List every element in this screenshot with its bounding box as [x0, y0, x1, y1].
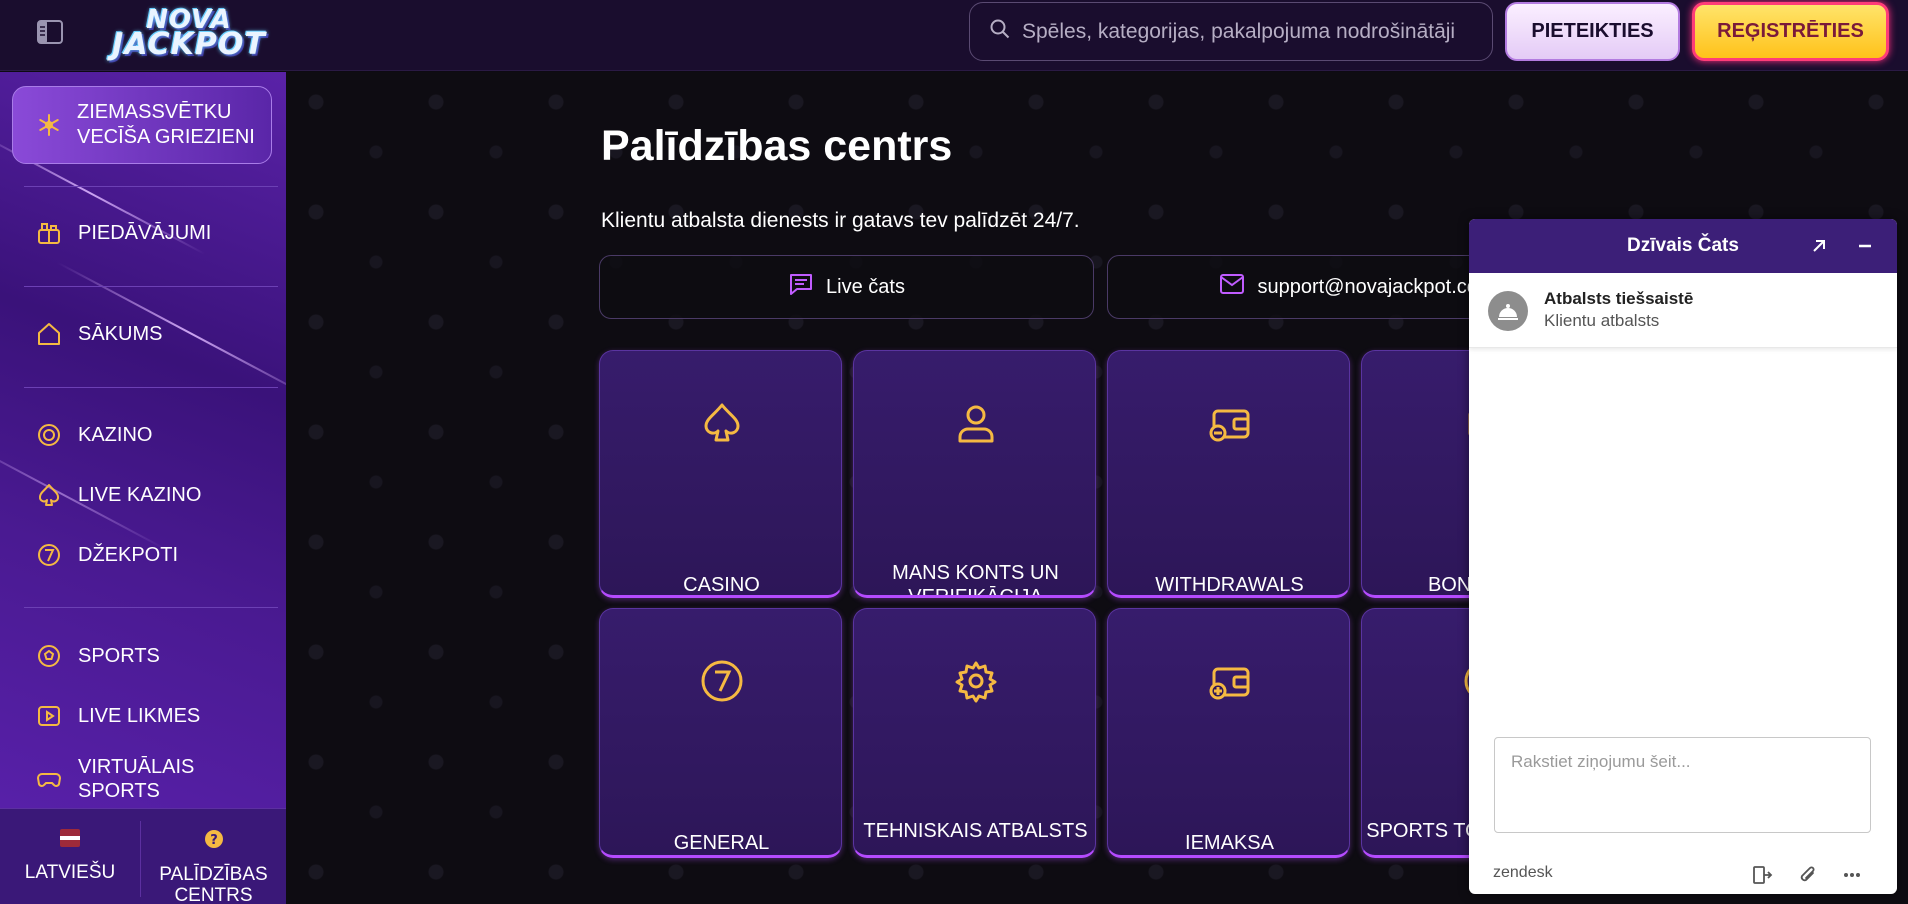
attachment-icon[interactable]: [1797, 864, 1819, 886]
agent-role: Klientu atbalsts: [1544, 311, 1660, 330]
wallet-minus-icon: [1208, 401, 1252, 445]
category-label: GENERAL: [673, 832, 770, 854]
page-title: Palīdzības centrs: [601, 122, 953, 170]
category-card-casino[interactable]: CASINO: [599, 350, 842, 598]
chat-header: Dzīvais Čats: [1469, 219, 1897, 273]
search-icon: [990, 19, 1010, 44]
chat-message-input[interactable]: [1494, 737, 1871, 833]
logo[interactable]: NOVA JACKPOT: [104, 4, 274, 62]
sidebar-item-label: SPORTS: [78, 645, 160, 667]
latvia-flag-icon: [60, 829, 80, 852]
spade-icon: [36, 482, 62, 508]
soccer-ball-icon: [36, 643, 62, 669]
category-card-withdrawals[interactable]: WITHDRAWALS: [1107, 350, 1350, 598]
live-chat-label: Live čats: [826, 275, 905, 298]
sidebar-item-home[interactable]: SĀKUMS: [36, 321, 162, 347]
end-chat-icon[interactable]: [1751, 864, 1773, 886]
chat-footer: zendesk: [1469, 854, 1897, 894]
minimize-icon[interactable]: [1853, 234, 1877, 258]
sidebar-item-sports[interactable]: SPORTS: [36, 643, 160, 669]
category-label: WITHDRAWALS: [1155, 574, 1304, 596]
svg-text:?: ?: [210, 833, 218, 848]
play-icon: [36, 703, 62, 729]
live-chat-widget: Dzīvais Čats Atbalsts tiešsaistē Klientu…: [1469, 219, 1897, 894]
email-label: support@novajackpot.com: [1257, 275, 1495, 298]
divider: [24, 186, 278, 187]
wallet-plus-icon: [1208, 659, 1252, 703]
language-selector[interactable]: LATVIEŠU: [0, 809, 140, 904]
sidebar-item-label: KAZINO: [78, 424, 153, 446]
sidebar-item-label: PIEDĀVĀJUMI: [78, 222, 212, 244]
more-options-icon[interactable]: [1841, 864, 1863, 886]
help-icon: ?: [204, 829, 224, 854]
sidebar-item-casino[interactable]: KAZINO: [36, 422, 152, 448]
help-center-link[interactable]: ? PALĪDZĪBAS CENTRS: [141, 809, 286, 904]
gift-icon: [36, 220, 62, 246]
sidebar-item-offers[interactable]: PIEDĀVĀJUMI: [36, 220, 211, 246]
gamepad-icon: [36, 766, 62, 792]
page-subtitle: Klientu atbalsta dienests ir gatavs tev …: [601, 209, 1080, 232]
home-icon: [36, 321, 62, 347]
help-center-label: PALĪDZĪBAS CENTRS: [159, 864, 268, 904]
sidebar-item-live-betting[interactable]: LIVE LIKMES: [36, 703, 200, 729]
chat-agent-info: Atbalsts tiešsaistē Klientu atbalsts: [1469, 273, 1897, 348]
language-label: LATVIEŠU: [24, 862, 116, 883]
live-chat-button[interactable]: Live čats: [599, 255, 1094, 319]
spade-icon: [700, 401, 744, 445]
register-button[interactable]: REĢISTRĒTIES: [1692, 2, 1889, 61]
promo-spins-button[interactable]: ZIEMASSVĒTKU VECĪŠA GRIEZIENI: [12, 86, 272, 164]
sidebar-item-label: DŽEKPOTI: [78, 544, 179, 566]
sidebar: ZIEMASSVĒTKU VECĪŠA GRIEZIENI PIEDĀVĀJUM…: [0, 72, 286, 904]
category-label: MANS KONTS UN VERIFIKĀCIJA: [892, 562, 1059, 598]
logo-line2: JACKPOT: [112, 26, 266, 62]
sidebar-item-live-casino[interactable]: LIVE KAZINO: [36, 482, 201, 508]
category-label: TEHNISKAIS ATBALSTS: [863, 820, 1088, 842]
category-card-tech-support[interactable]: TEHNISKAIS ATBALSTS: [853, 608, 1096, 858]
top-bar: NOVA JACKPOT PIETEIKTIES REĢISTRĒTIES: [0, 0, 1908, 71]
popout-icon[interactable]: [1807, 234, 1831, 258]
agent-name: Atbalsts tiešsaistē: [1544, 289, 1694, 308]
category-card-account[interactable]: MANS KONTS UN VERIFIKĀCIJA: [853, 350, 1096, 598]
chat-icon: [788, 271, 814, 303]
gear-icon: [954, 659, 998, 703]
promo-label: ZIEMASSVĒTKU VECĪŠA GRIEZIENI: [77, 101, 255, 148]
category-label: IEMAKSA: [1185, 832, 1274, 854]
search-box[interactable]: [969, 2, 1493, 61]
divider: [24, 607, 278, 608]
mail-icon: [1219, 273, 1245, 301]
sidebar-item-label: VIRTUĀLAIS SPORTS: [78, 756, 195, 802]
chat-title: Dzīvais Čats: [1627, 235, 1739, 256]
seven-icon: [36, 542, 62, 568]
category-card-deposit[interactable]: IEMAKSA: [1107, 608, 1350, 858]
divider: [24, 286, 278, 287]
sidebar-toggle-icon[interactable]: [36, 18, 64, 46]
concierge-bell-icon: [1488, 291, 1528, 331]
category-card-general[interactable]: GENERAL: [599, 608, 842, 858]
snowflake-icon: [37, 113, 61, 137]
casino-chip-icon: [36, 422, 62, 448]
search-input[interactable]: [1022, 19, 1492, 44]
sidebar-item-label: LIVE LIKMES: [78, 705, 201, 727]
zendesk-brand: zendesk: [1493, 864, 1553, 881]
sidebar-item-label: SĀKUMS: [78, 323, 163, 345]
divider: [24, 387, 278, 388]
sidebar-footer: LATVIEŠU ? PALĪDZĪBAS CENTRS: [0, 808, 286, 904]
user-icon: [954, 401, 998, 445]
login-button[interactable]: PIETEIKTIES: [1505, 2, 1680, 61]
sidebar-item-label: LIVE KAZINO: [78, 484, 202, 506]
sidebar-item-virtual-sports[interactable]: VIRTUĀLAIS SPORTS: [36, 755, 208, 803]
sidebar-item-jackpots[interactable]: DŽEKPOTI: [36, 542, 178, 568]
seven-icon: [700, 659, 744, 703]
category-label: CASINO: [683, 574, 760, 596]
